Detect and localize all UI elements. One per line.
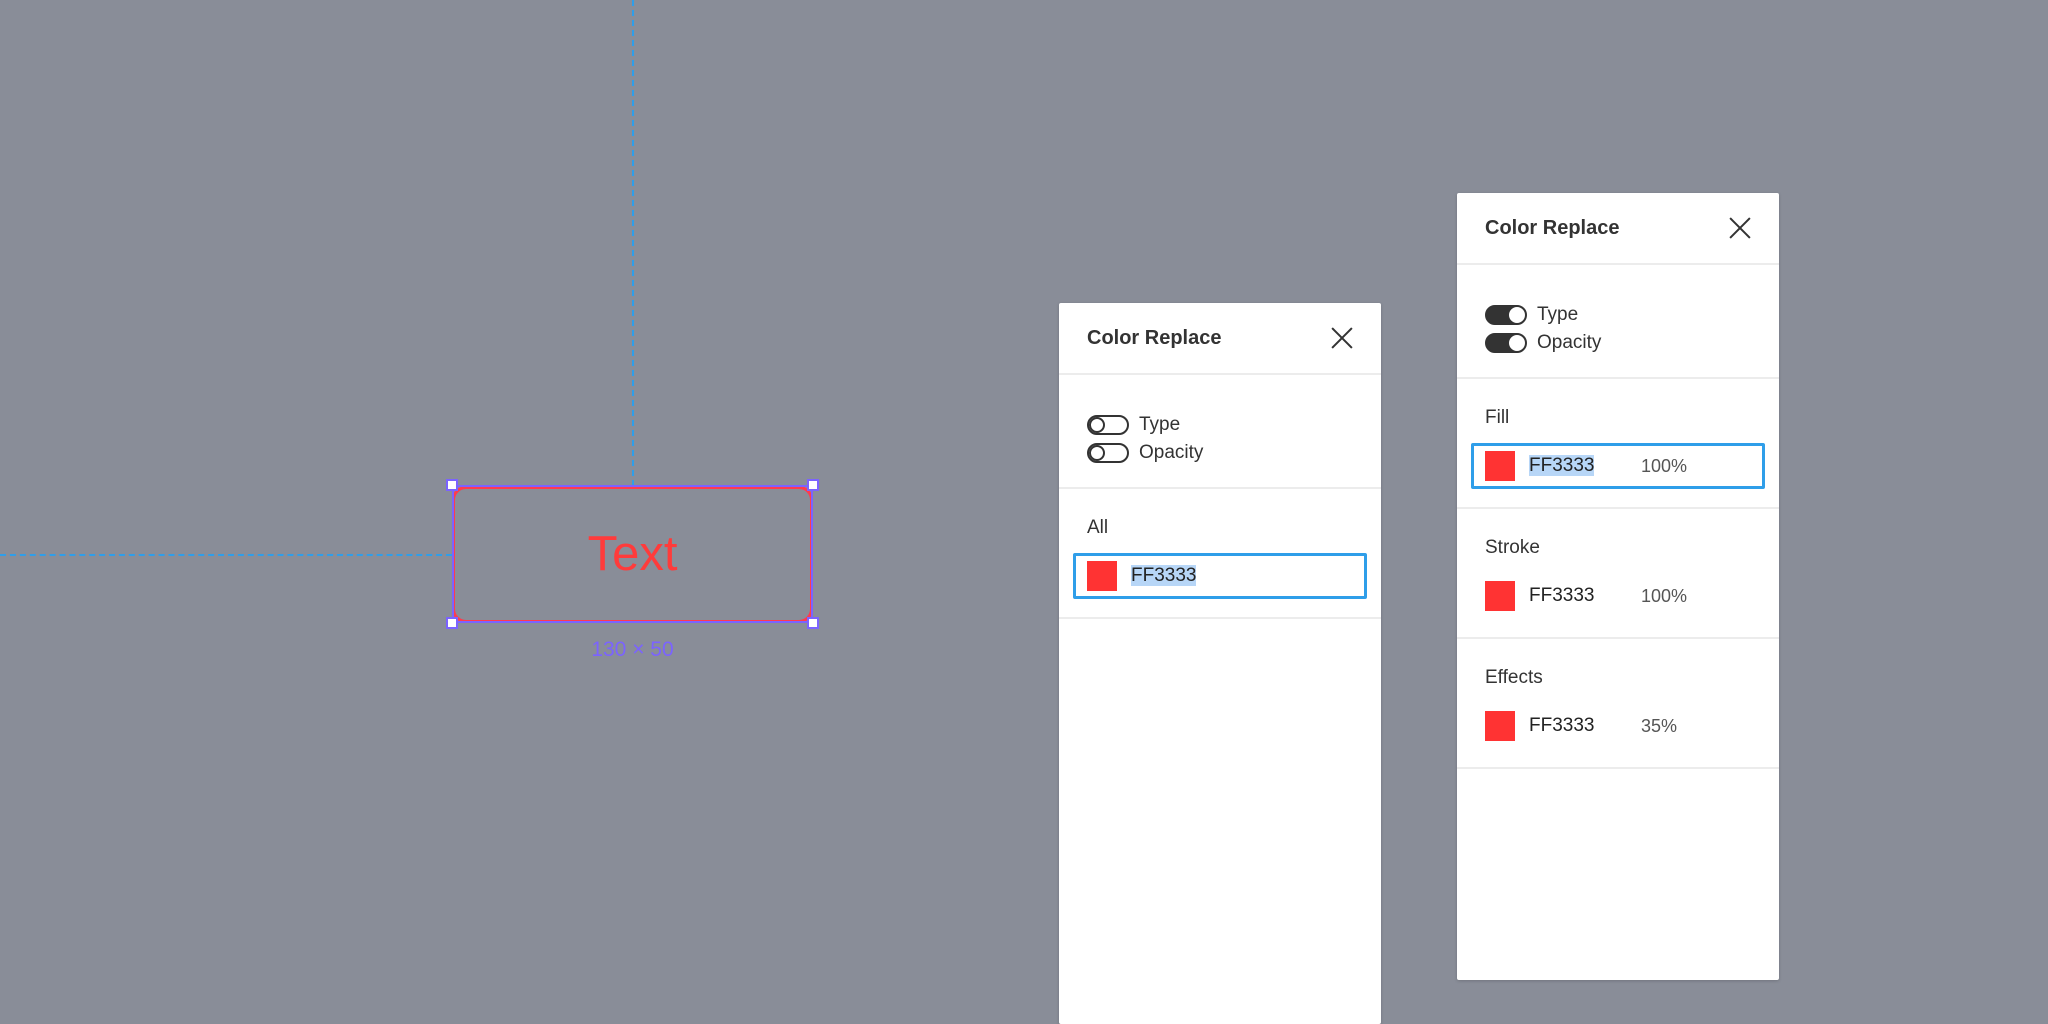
color-swatch[interactable] [1485, 581, 1515, 611]
color-replace-panel-collapsed: Color Replace Type Opacity All FF3333 [1059, 303, 1381, 1024]
toggle-knob [1509, 307, 1525, 323]
type-toggle[interactable] [1485, 305, 1527, 325]
hex-value[interactable]: FF3333 [1131, 565, 1197, 586]
section-title: Stroke [1485, 537, 1540, 558]
opacity-value[interactable]: 35% [1641, 716, 1677, 737]
panel-title: Color Replace [1485, 216, 1620, 239]
toggle-row-opacity[interactable]: Opacity [1485, 329, 1751, 357]
panel-title: Color Replace [1087, 326, 1222, 349]
opacity-toggle[interactable] [1485, 333, 1527, 353]
hex-input[interactable]: FF3333 [1131, 565, 1243, 587]
hex-value[interactable]: FF3333 [1529, 455, 1595, 476]
opacity-toggle[interactable] [1087, 443, 1129, 463]
panel-header: Color Replace [1457, 193, 1779, 265]
horizontal-guide-line [0, 554, 452, 556]
toggle-label: Type [1537, 304, 1579, 325]
type-toggle[interactable] [1087, 415, 1129, 435]
resize-handle-top-right[interactable] [807, 479, 819, 491]
vertical-guide-line [632, 0, 634, 486]
toggle-row-type[interactable]: Type [1087, 411, 1353, 439]
panel-header: Color Replace [1059, 303, 1381, 375]
close-icon[interactable] [1331, 327, 1353, 349]
hex-value[interactable]: FF3333 [1529, 715, 1641, 737]
effects-section: Effects FF3333 35% [1457, 639, 1779, 769]
fill-section: Fill FF3333 100% [1457, 379, 1779, 509]
toggle-label: Opacity [1139, 442, 1204, 463]
opacity-value[interactable]: 100% [1641, 456, 1687, 477]
hex-input[interactable]: FF3333 [1529, 455, 1641, 477]
opacity-value[interactable]: 100% [1641, 586, 1687, 607]
toggle-row-type[interactable]: Type [1485, 301, 1751, 329]
toggle-label: Opacity [1537, 332, 1602, 353]
hex-value[interactable]: FF3333 [1529, 585, 1641, 607]
close-icon[interactable] [1729, 217, 1751, 239]
color-swatch[interactable] [1087, 561, 1117, 591]
color-row-all[interactable]: FF3333 [1059, 553, 1381, 599]
toggle-knob [1089, 445, 1105, 461]
color-swatch[interactable] [1485, 451, 1515, 481]
toggle-label: Type [1139, 414, 1181, 435]
stroke-section: Stroke FF3333 100% [1457, 509, 1779, 639]
resize-handle-top-left[interactable] [446, 479, 458, 491]
toggle-knob [1509, 335, 1525, 351]
resize-handle-bottom-left[interactable] [446, 617, 458, 629]
section-title: Fill [1485, 407, 1510, 428]
all-section: All FF3333 [1059, 489, 1381, 619]
section-title: All [1087, 517, 1109, 538]
selection-outline [452, 485, 813, 623]
dimension-label: 130 × 50 [591, 638, 674, 661]
color-row-stroke[interactable]: FF3333 100% [1457, 575, 1779, 617]
resize-handle-bottom-right[interactable] [807, 617, 819, 629]
toggle-knob [1089, 417, 1105, 433]
toggle-group: Type Opacity [1059, 375, 1381, 489]
color-replace-panel-expanded: Color Replace Type Opacity Fill FF3333 1… [1457, 193, 1779, 980]
toggle-group: Type Opacity [1457, 265, 1779, 379]
toggle-row-opacity[interactable]: Opacity [1087, 439, 1353, 467]
color-swatch[interactable] [1485, 711, 1515, 741]
color-row-effects[interactable]: FF3333 35% [1457, 705, 1779, 747]
color-row-fill[interactable]: FF3333 100% [1457, 443, 1779, 489]
section-title: Effects [1485, 667, 1543, 688]
